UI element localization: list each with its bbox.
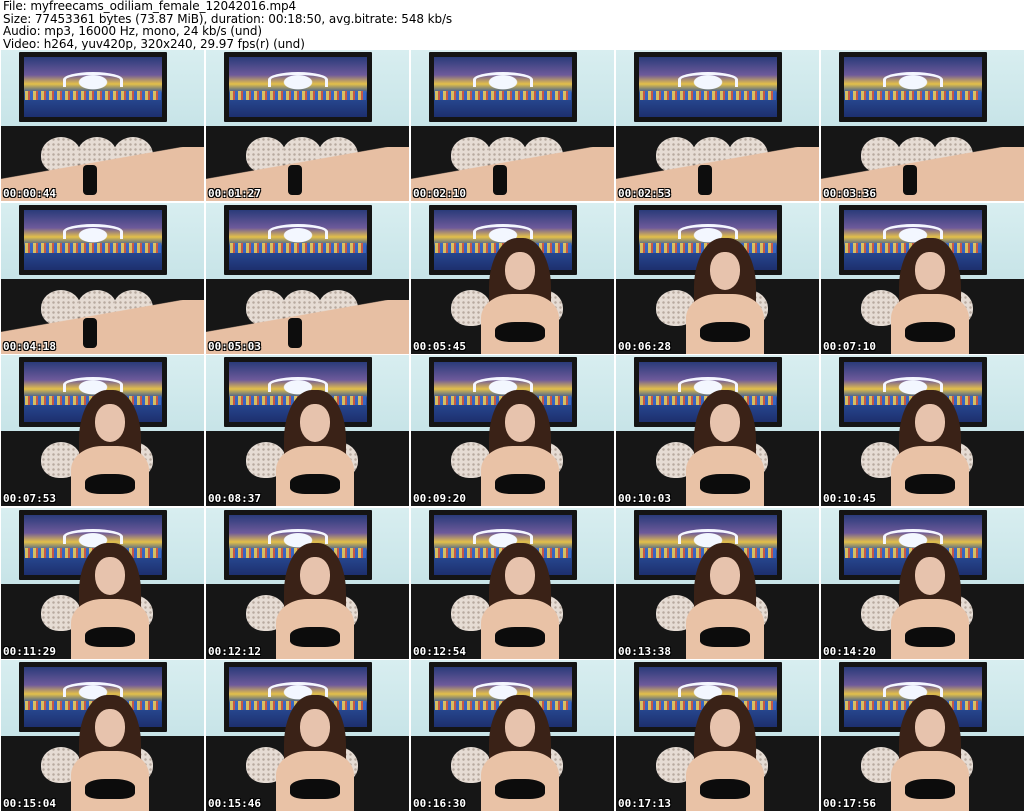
timestamp-label: 00:07:10 <box>823 339 876 353</box>
timestamp-label: 00:13:38 <box>618 644 671 658</box>
video-thumbnail[interactable]: 00:10:45 <box>821 355 1024 506</box>
video-thumbnail[interactable]: 00:12:54 <box>411 507 614 659</box>
video-thumbnail[interactable]: 00:07:53 <box>1 355 204 506</box>
timestamp-label: 00:10:45 <box>823 492 876 505</box>
timestamp-label: 00:05:03 <box>208 339 261 353</box>
timestamp-label: 00:09:20 <box>413 492 466 505</box>
video-thumbnail[interactable]: 00:04:18 <box>1 202 204 354</box>
timestamp-label: 00:04:18 <box>3 339 56 353</box>
video-thumbnail[interactable]: 00:15:04 <box>1 660 204 811</box>
person-sitting <box>686 237 764 354</box>
video-thumbnail[interactable]: 00:10:03 <box>616 355 819 506</box>
person-sitting <box>891 390 969 506</box>
painting-image <box>429 52 577 122</box>
person-sitting <box>686 390 764 506</box>
timestamp-label: 00:10:03 <box>618 492 671 505</box>
video-thumbnail[interactable]: 00:02:53 <box>616 50 819 201</box>
video-thumbnail[interactable]: 00:14:20 <box>821 507 1024 659</box>
person-sitting <box>276 390 354 506</box>
video-thumbnail[interactable]: 00:05:03 <box>206 202 409 354</box>
timestamp-label: 00:02:53 <box>618 187 671 200</box>
timestamp-label: 00:02:10 <box>413 187 466 200</box>
video-thumbnail[interactable]: 00:17:56 <box>821 660 1024 811</box>
video-thumbnail[interactable]: 00:15:46 <box>206 660 409 811</box>
painting-image <box>224 204 372 275</box>
timestamp-label: 00:03:36 <box>823 187 876 200</box>
person-sitting <box>891 695 969 811</box>
video-thumbnail[interactable]: 00:05:45 <box>411 202 614 354</box>
painting-image <box>19 52 167 122</box>
person-sitting <box>71 542 149 659</box>
file-info-header: File: myfreecams_odiliam_female_12042016… <box>3 0 1021 50</box>
video-thumbnail[interactable]: 00:07:10 <box>821 202 1024 354</box>
thumbnail-grid: 00:00:44 00:01:27 00:02:10 00:02:53 00:03:36… <box>1 50 1024 811</box>
person-sitting <box>686 542 764 659</box>
person-sitting <box>481 542 559 659</box>
person-sitting <box>481 390 559 506</box>
timestamp-label: 00:16:30 <box>413 797 466 810</box>
painting-image <box>839 52 987 122</box>
painting-image <box>634 52 782 122</box>
timestamp-label: 00:15:46 <box>208 797 261 810</box>
timestamp-label: 00:11:29 <box>3 644 56 658</box>
timestamp-label: 00:17:13 <box>618 797 671 810</box>
timestamp-label: 00:00:44 <box>3 187 56 200</box>
person-sitting <box>481 237 559 354</box>
file-name-line: File: myfreecams_odiliam_female_12042016… <box>3 0 297 13</box>
video-thumbnail[interactable]: 00:01:27 <box>206 50 409 201</box>
video-thumbnail[interactable]: 00:03:36 <box>821 50 1024 201</box>
person-sitting <box>276 542 354 659</box>
timestamp-label: 00:07:53 <box>3 492 56 505</box>
person-sitting <box>891 542 969 659</box>
painting-image <box>19 204 167 275</box>
person-sitting <box>481 695 559 811</box>
video-thumbnail[interactable]: 00:09:20 <box>411 355 614 506</box>
person-sitting <box>686 695 764 811</box>
timestamp-label: 00:06:28 <box>618 339 671 353</box>
person-sitting <box>891 237 969 354</box>
timestamp-label: 00:17:56 <box>823 797 876 810</box>
video-thumbnail[interactable]: 00:11:29 <box>1 507 204 659</box>
timestamp-label: 00:12:12 <box>208 644 261 658</box>
painting-image <box>224 52 372 122</box>
person-sitting <box>71 390 149 506</box>
video-thumbnail[interactable]: 00:02:10 <box>411 50 614 201</box>
video-thumbnail[interactable]: 00:00:44 <box>1 50 204 201</box>
person-sitting <box>71 695 149 811</box>
timestamp-label: 00:14:20 <box>823 644 876 658</box>
video-thumbnail[interactable]: 00:17:13 <box>616 660 819 811</box>
timestamp-label: 00:12:54 <box>413 644 466 658</box>
timestamp-label: 00:01:27 <box>208 187 261 200</box>
video-thumbnail[interactable]: 00:16:30 <box>411 660 614 811</box>
video-info-line: Video: h264, yuv420p, 320x240, 29.97 fps… <box>3 37 305 50</box>
video-thumbnail[interactable]: 00:08:37 <box>206 355 409 506</box>
video-thumbnail[interactable]: 00:12:12 <box>206 507 409 659</box>
timestamp-label: 00:05:45 <box>413 339 466 353</box>
timestamp-label: 00:08:37 <box>208 492 261 505</box>
timestamp-label: 00:15:04 <box>3 797 56 810</box>
person-sitting <box>276 695 354 811</box>
audio-info-line: Audio: mp3, 16000 Hz, mono, 24 kb/s (und… <box>3 25 262 38</box>
video-thumbnail[interactable]: 00:06:28 <box>616 202 819 354</box>
video-thumbnail[interactable]: 00:13:38 <box>616 507 819 659</box>
file-size-line: Size: 77453361 bytes (73.87 MiB), durati… <box>3 12 453 25</box>
